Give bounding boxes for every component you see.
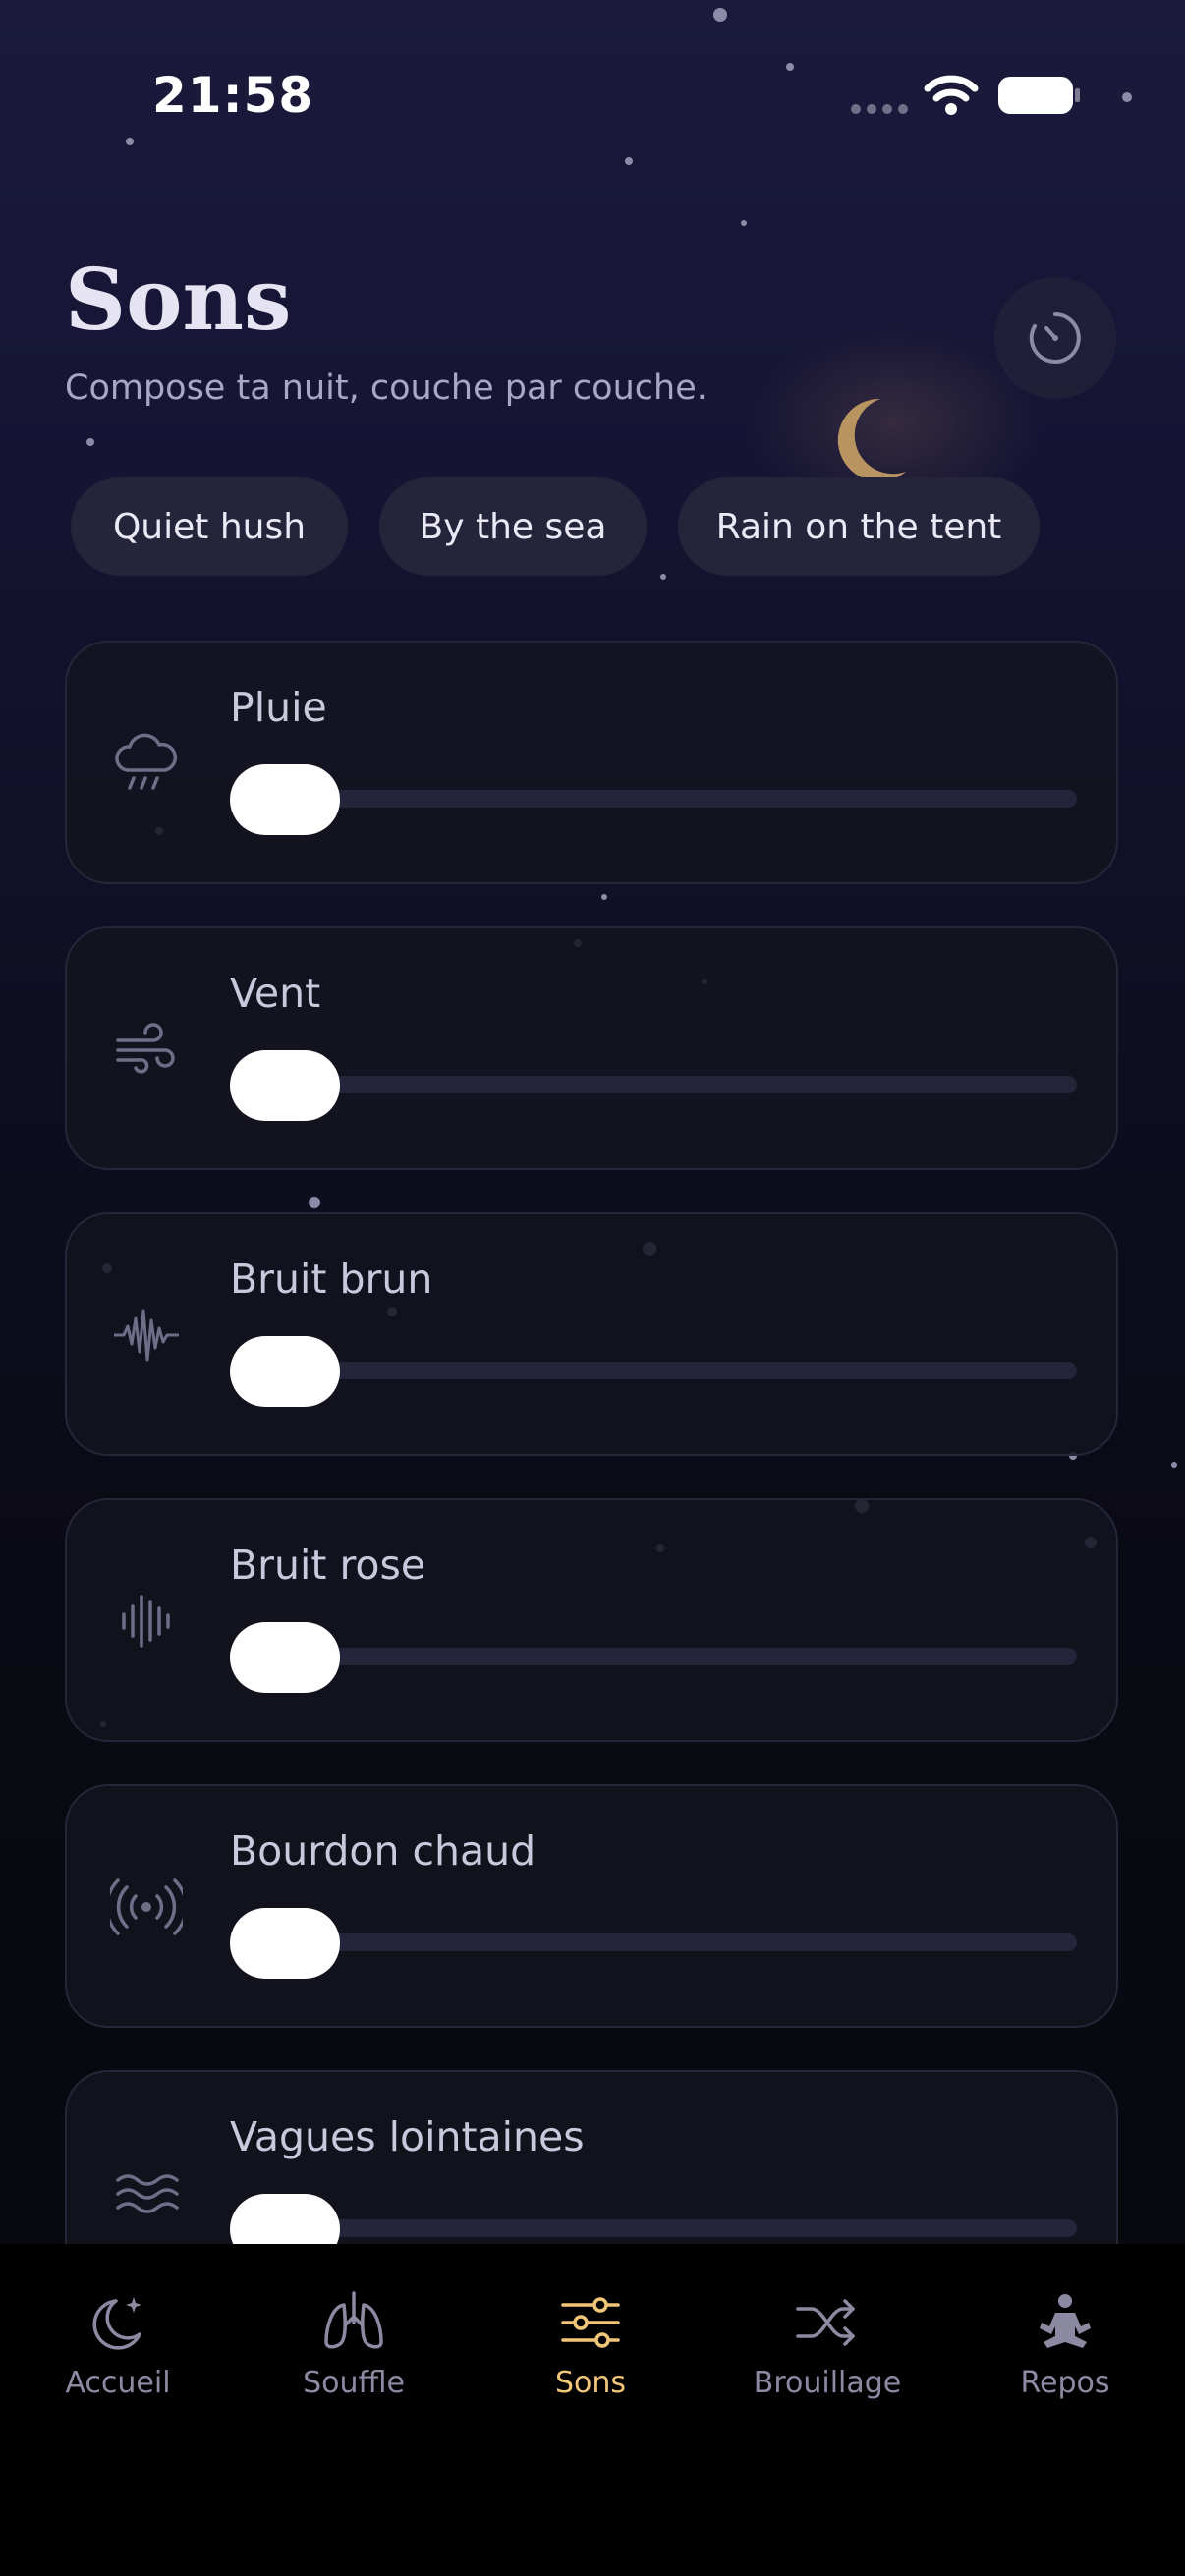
tab-brouillage[interactable]: Brouillage [709,2283,945,2411]
sound-card-pluie: Pluie [65,641,1118,884]
sound-label: Pluie [230,684,327,731]
tab-label: Souffle [303,2366,405,2400]
sound-label: Vent [230,970,321,1017]
sound-label: Bourdon chaud [230,1827,536,1875]
sound-label: Bruit rose [230,1541,426,1589]
volume-slider-track[interactable] [230,1648,1077,1665]
tab-souffle[interactable]: Souffle [236,2283,472,2411]
volume-slider-track[interactable] [230,1933,1077,1951]
sound-list[interactable]: Pluie Vent Bruit brun Bruit rose Bourdon… [0,0,1185,2244]
volume-slider-track[interactable] [230,1076,1077,1093]
volume-slider-thumb[interactable] [230,1622,340,1693]
waves-icon [116,2174,179,2213]
tab-sons[interactable]: Sons [473,2283,708,2411]
cloud-rain-icon [115,733,178,790]
volume-slider-thumb[interactable] [230,2194,340,2244]
sound-card-bourdon-chaud: Bourdon chaud [65,1784,1118,2028]
volume-slider-thumb[interactable] [230,1908,340,1979]
tab-label: Repos [1020,2366,1110,2400]
volume-slider-track[interactable] [230,1362,1077,1379]
sound-card-vent: Vent [65,926,1118,1170]
volume-slider-thumb[interactable] [230,764,340,835]
broadcast-icon [110,1878,183,1935]
moon-stars-icon [92,2297,141,2350]
volume-slider-thumb[interactable] [230,1050,340,1121]
sound-card-bruit-brun: Bruit brun [65,1212,1118,1456]
sliders-icon [561,2297,620,2348]
tab-label: Sons [554,2366,627,2400]
meditation-icon [1040,2294,1091,2348]
volume-slider-thumb[interactable] [230,1336,340,1407]
shuffle-icon [796,2299,855,2346]
tab-repos[interactable]: Repos [947,2283,1183,2411]
sound-label: Bruit brun [230,1256,433,1303]
tab-bar: Accueil Souffle Sons Brouillage Repos [0,2244,1185,2576]
tab-label: Accueil [65,2366,171,2400]
volume-slider-track[interactable] [230,790,1077,808]
sound-label: Vagues lointaines [230,2113,585,2160]
sound-card-vagues-lointaines: Vagues lointaines [65,2070,1118,2244]
tab-label: Brouillage [753,2366,902,2400]
waveform-icon [114,1309,179,1362]
wind-icon [116,1023,175,1074]
bars-waveform-icon [122,1595,170,1648]
lungs-icon [324,2291,383,2349]
sound-card-bruit-rose: Bruit rose [65,1498,1118,1742]
tab-accueil[interactable]: Accueil [0,2283,236,2411]
volume-slider-track[interactable] [230,2219,1077,2237]
